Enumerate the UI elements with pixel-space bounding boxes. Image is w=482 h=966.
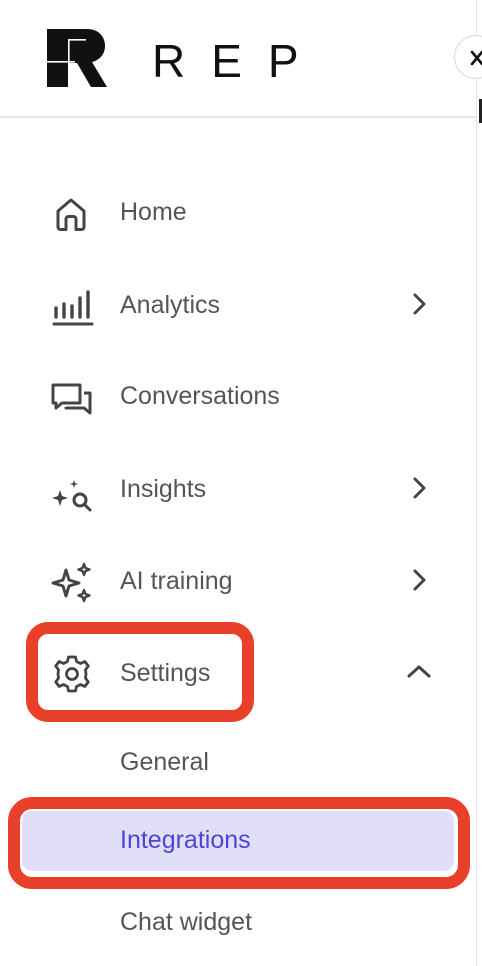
insights-icon [52,480,92,512]
chevron-up-icon [407,665,431,678]
conversations-icon [51,383,92,415]
nav-label-conversations: Conversations [120,382,280,410]
nav-label-analytics: Analytics [120,291,221,319]
nav-label-insights: Insights [120,475,207,503]
integrations-highlight-outline [8,797,470,889]
nav-item-conversations[interactable]: Conversations [0,365,476,425]
nav-label-home: Home [120,198,187,226]
submenu-item-general[interactable]: General [0,735,476,791]
close-icon [470,50,482,66]
nav-label-ai-training: AI training [120,567,233,595]
submenu-label-general: General [120,748,209,776]
logo-text: REP [152,35,325,87]
chevron-right-icon [413,569,426,591]
chevron-right-icon [413,293,426,315]
rep-logo-icon [47,29,107,87]
sidebar-header: REP [0,0,482,118]
analytics-icon [52,290,94,326]
submenu-label-chat-widget: Chat widget [120,908,253,936]
settings-highlight-outline [26,622,254,722]
submenu-item-chat-widget[interactable]: Chat widget [0,895,476,951]
home-icon [56,198,86,231]
collapse-sidebar-button[interactable] [454,35,482,79]
nav-item-home[interactable]: Home [0,181,476,241]
nav-item-insights[interactable]: Insights [0,458,476,518]
chevron-right-icon [413,477,426,499]
ai-training-icon [51,562,91,603]
sidebar: REP Home Analytics Conversations Insight… [0,0,482,966]
nav-item-analytics[interactable]: Analytics [0,274,476,334]
nav-item-ai-training[interactable]: AI training [0,550,476,610]
